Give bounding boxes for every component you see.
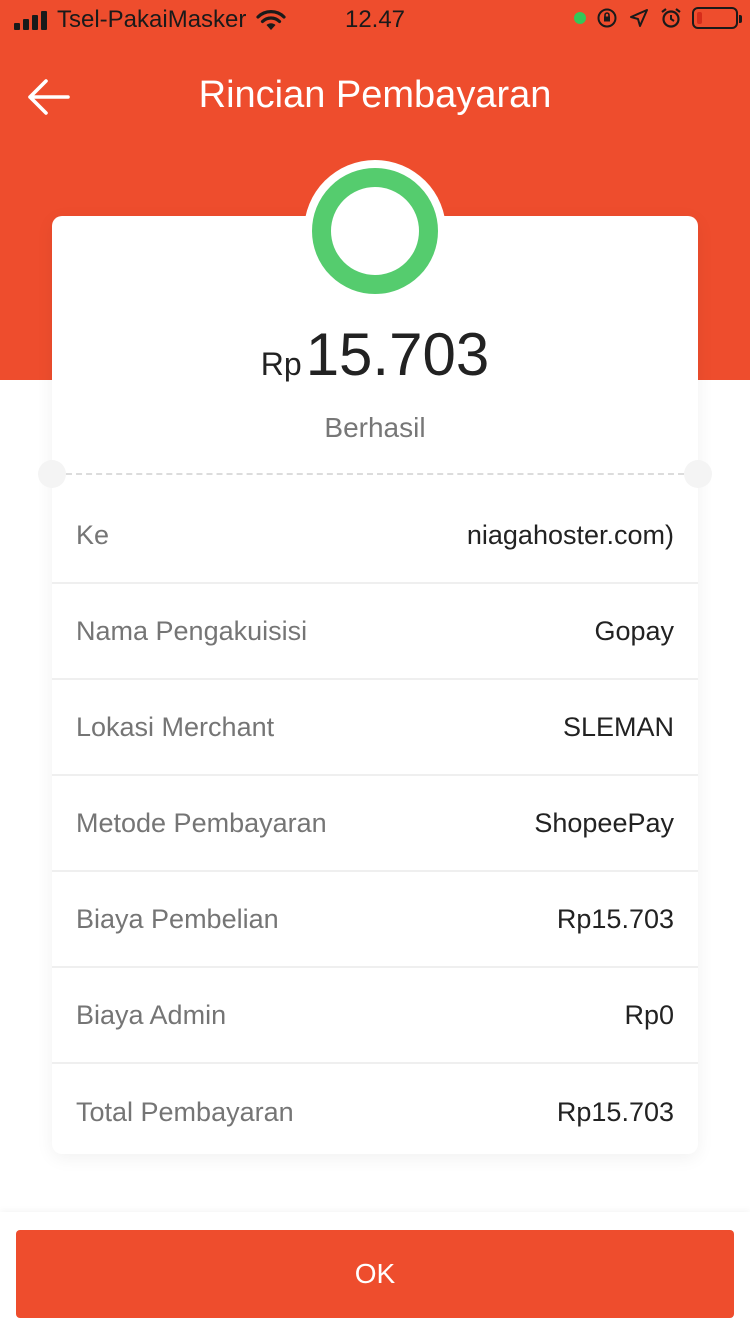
card-notch-right: [684, 460, 712, 488]
detail-row-merchant-location: Lokasi Merchant SLEMAN: [52, 680, 698, 776]
detail-row-acquirer: Nama Pengakuisisi Gopay: [52, 584, 698, 680]
detail-value: Gopay: [594, 615, 674, 646]
detail-label: Ke: [76, 519, 110, 550]
detail-value: Rp15.703: [556, 903, 674, 934]
rotation-lock-icon: [597, 8, 617, 28]
status-bar: Tsel-PakaiMasker 12.47: [0, 0, 750, 40]
detail-row-recipient: Ke niagahoster.com): [52, 488, 698, 584]
battery-level: [697, 12, 702, 24]
success-ring-icon: [312, 168, 438, 294]
card-notch-left: [38, 460, 66, 488]
detail-value: Rp0: [624, 999, 674, 1030]
detail-label: Lokasi Merchant: [76, 711, 275, 742]
location-icon: [630, 9, 648, 27]
dashed-divider: [66, 473, 684, 475]
footer-bar: OK: [0, 1212, 750, 1334]
detail-value: Rp15.703: [556, 1096, 674, 1127]
detail-label: Biaya Admin: [76, 999, 227, 1030]
amount-currency: Rp: [260, 346, 302, 382]
detail-value: niagahoster.com): [466, 519, 674, 550]
detail-label: Biaya Pembelian: [76, 903, 279, 934]
page-title: Rincian Pembayaran: [198, 74, 552, 116]
ok-button[interactable]: OK: [16, 1230, 734, 1318]
battery-icon: [692, 7, 742, 29]
amount-value: 15.703: [305, 321, 490, 388]
status-indicator: [304, 160, 446, 302]
detail-list: Ke niagahoster.com) Nama Pengakuisisi Go…: [52, 488, 698, 1160]
camera-indicator-icon: [574, 12, 586, 24]
detail-row-payment-method: Metode Pembayaran ShopeePay: [52, 776, 698, 872]
payment-status: Berhasil: [324, 412, 426, 443]
detail-label: Metode Pembayaran: [76, 807, 327, 838]
status-bar-right: [574, 7, 742, 29]
alarm-icon: [661, 8, 681, 28]
app-header: Rincian Pembayaran: [0, 60, 750, 134]
detail-value: SLEMAN: [562, 711, 674, 742]
detail-row-total: Total Pembayaran Rp15.703: [52, 1064, 698, 1160]
detail-value: ShopeePay: [534, 807, 674, 838]
payment-amount: Rp15.703: [52, 320, 698, 389]
detail-row-admin-fee: Biaya Admin Rp0: [52, 968, 698, 1064]
detail-label: Total Pembayaran: [76, 1096, 294, 1127]
detail-label: Nama Pengakuisisi: [76, 615, 308, 646]
detail-row-purchase-fee: Biaya Pembelian Rp15.703: [52, 872, 698, 968]
